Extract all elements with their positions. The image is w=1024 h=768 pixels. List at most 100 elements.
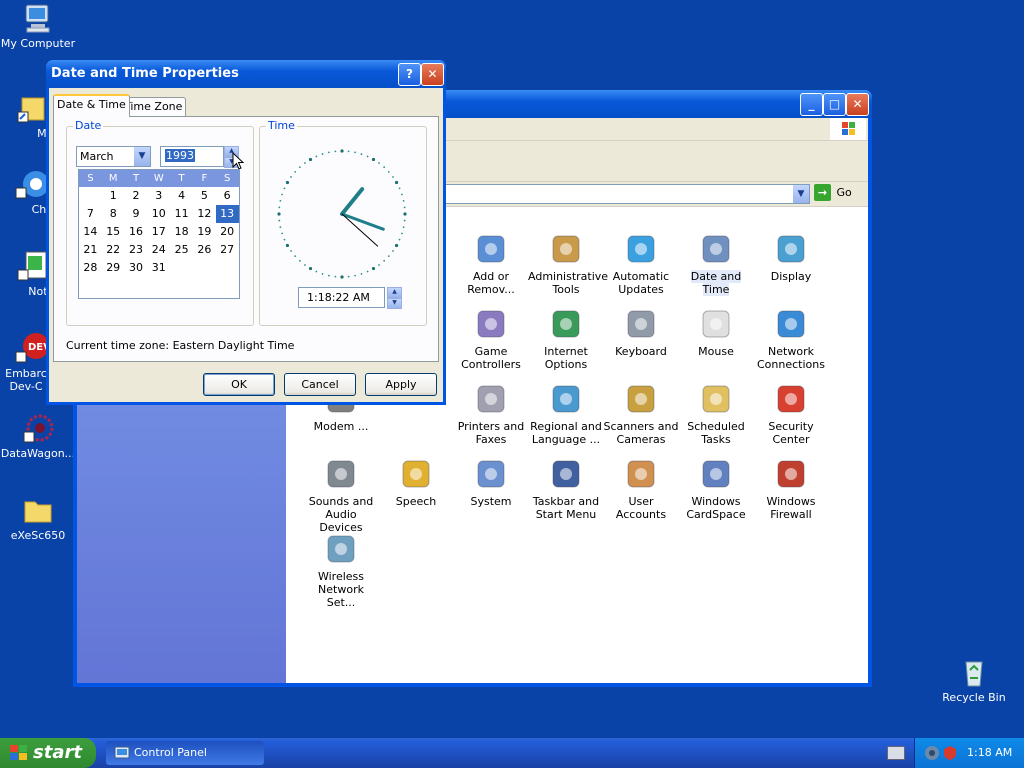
- calendar-day[interactable]: 2: [125, 187, 148, 205]
- year-field[interactable]: 1993: [160, 146, 224, 167]
- security-tray-icon[interactable]: [943, 745, 957, 761]
- spin-down-icon[interactable]: ▼: [387, 298, 402, 309]
- go-button[interactable]: → Go: [814, 184, 860, 204]
- dialog-titlebar[interactable]: Date and Time Properties ? ✕: [46, 60, 446, 88]
- time-field[interactable]: 1:18:22 AM: [298, 287, 385, 308]
- clock-minute-tick: [278, 219, 281, 222]
- control-panel-item[interactable]: Speech: [378, 457, 454, 508]
- time-spinner[interactable]: ▲ ▼: [387, 287, 402, 309]
- control-panel-item[interactable]: Scanners and Cameras: [603, 382, 679, 446]
- spin-up-icon[interactable]: ▲: [387, 287, 402, 298]
- tab-time-zone[interactable]: Time Zone: [120, 97, 187, 117]
- clock-minute-tick: [387, 170, 390, 173]
- apply-button[interactable]: Apply: [365, 373, 437, 396]
- control-panel-item[interactable]: Printers and Faxes: [453, 382, 529, 446]
- cancel-button[interactable]: Cancel: [284, 373, 356, 396]
- calendar-day[interactable]: 28: [79, 259, 102, 277]
- calendar-day[interactable]: 13: [215, 205, 239, 223]
- taskbar-button-control-panel[interactable]: Control Panel: [106, 741, 264, 765]
- calendar-day[interactable]: 16: [125, 223, 148, 241]
- calendar-day[interactable]: 20: [216, 223, 239, 241]
- calendar-day[interactable]: 31: [147, 259, 170, 277]
- calendar-day[interactable]: 14: [79, 223, 102, 241]
- calendar-day[interactable]: 12: [193, 205, 216, 223]
- calendar-day[interactable]: 3: [147, 187, 170, 205]
- desktop-icon-exesc650[interactable]: eXeSc650: [0, 494, 78, 542]
- chevron-down-icon[interactable]: ▼: [793, 185, 809, 203]
- calendar[interactable]: SMTWTFS 1 2 3 4 5 6 7 8 9 10 11 12 13 14 15 16 17 18 19 20 2…: [78, 169, 240, 299]
- dialog-close-button[interactable]: ✕: [421, 63, 444, 86]
- control-panel-item[interactable]: Add or Remov...: [453, 232, 529, 296]
- control-panel-item[interactable]: System: [453, 457, 529, 508]
- network-tray-icon[interactable]: [923, 744, 941, 762]
- calendar-day[interactable]: 9: [125, 205, 148, 223]
- desktop-icon-recycle-bin[interactable]: Recycle Bin: [934, 656, 1014, 704]
- calendar-day[interactable]: 29: [102, 259, 125, 277]
- control-panel-item[interactable]: Network Connections: [753, 307, 829, 371]
- control-panel-item[interactable]: Taskbar and Start Menu: [528, 457, 604, 521]
- ok-button[interactable]: OK: [203, 373, 275, 396]
- calendar-day[interactable]: 8: [102, 205, 125, 223]
- desktop-icon-datawagon[interactable]: DataWagon...: [0, 412, 78, 460]
- control-panel-item[interactable]: Security Center: [753, 382, 829, 446]
- clock-minute-tick: [283, 187, 286, 190]
- calendar-day[interactable]: 30: [125, 259, 148, 277]
- calendar-day[interactable]: 25: [170, 241, 193, 259]
- calendar-day[interactable]: 4: [170, 187, 193, 205]
- calendar-day[interactable]: 1: [102, 187, 125, 205]
- time-group-title: Time: [266, 119, 297, 132]
- control-panel-item[interactable]: Game Controllers: [453, 307, 529, 371]
- control-panel-item[interactable]: Windows CardSpace: [678, 457, 754, 521]
- close-button[interactable]: ✕: [846, 93, 869, 116]
- desktop-icon-my-computer[interactable]: My Computer: [0, 2, 78, 50]
- keyboard-icon: [624, 307, 658, 341]
- calendar-day[interactable]: 17: [147, 223, 170, 241]
- control-panel-item[interactable]: Wireless Network Set...: [303, 532, 379, 609]
- control-panel-item[interactable]: Windows Firewall: [753, 457, 829, 521]
- control-panel-item-label: Windows CardSpace: [686, 495, 746, 521]
- control-panel-item[interactable]: Sounds and Audio Devices: [303, 457, 379, 534]
- calendar-day[interactable]: 19: [193, 223, 216, 241]
- clock-hour-tick: [340, 149, 344, 153]
- calendar-day[interactable]: 18: [170, 223, 193, 241]
- help-button[interactable]: ?: [398, 63, 421, 86]
- clock-minute-tick: [278, 206, 281, 209]
- control-panel-item[interactable]: Date and Time: [678, 232, 754, 296]
- control-panel-item[interactable]: Regional and Language ...: [528, 382, 604, 446]
- calendar-day[interactable]: 5: [193, 187, 216, 205]
- clock-minute-tick: [402, 226, 405, 228]
- calendar-day[interactable]: 10: [147, 205, 170, 223]
- month-select[interactable]: March ▼: [76, 146, 151, 167]
- calendar-day[interactable]: 24: [147, 241, 170, 259]
- control-panel-item[interactable]: Display: [753, 232, 829, 283]
- control-panel-item[interactable]: Mouse: [678, 307, 754, 358]
- desktop-icon-label: My Computer: [0, 37, 76, 50]
- control-panel-item[interactable]: Internet Options: [528, 307, 604, 371]
- clock-minute-hand: [340, 212, 385, 231]
- control-panel-item-label: Internet Options: [544, 345, 588, 371]
- control-panel-item[interactable]: Keyboard: [603, 307, 679, 358]
- tab-date-time[interactable]: Date & Time: [53, 94, 130, 117]
- control-panel-item[interactable]: Administrative Tools: [528, 232, 608, 296]
- calendar-day[interactable]: 7: [79, 205, 102, 223]
- chevron-down-icon[interactable]: ▼: [134, 147, 150, 166]
- calendar-day[interactable]: 22: [102, 241, 125, 259]
- control-panel-item[interactable]: Automatic Updates: [603, 232, 679, 296]
- calendar-day[interactable]: 6: [216, 187, 239, 205]
- clock-minute-tick: [347, 275, 350, 278]
- calendar-day[interactable]: 21: [79, 241, 102, 259]
- calendar-day[interactable]: 15: [102, 223, 125, 241]
- calendar-day[interactable]: 23: [125, 241, 148, 259]
- keyboard-tray-icon[interactable]: [887, 746, 905, 760]
- clock-minute-tick: [294, 255, 297, 258]
- calendar-day[interactable]: 11: [170, 205, 193, 223]
- minimize-button[interactable]: _: [800, 93, 823, 116]
- start-button[interactable]: start: [0, 738, 96, 768]
- control-panel-item[interactable]: User Accounts: [603, 457, 679, 521]
- calendar-day[interactable]: 27: [216, 241, 239, 259]
- date-time-icon: [699, 232, 733, 266]
- control-panel-item[interactable]: Scheduled Tasks: [678, 382, 754, 446]
- clock-minute-tick: [279, 226, 282, 228]
- calendar-day[interactable]: 26: [193, 241, 216, 259]
- maximize-button[interactable]: □: [823, 93, 846, 116]
